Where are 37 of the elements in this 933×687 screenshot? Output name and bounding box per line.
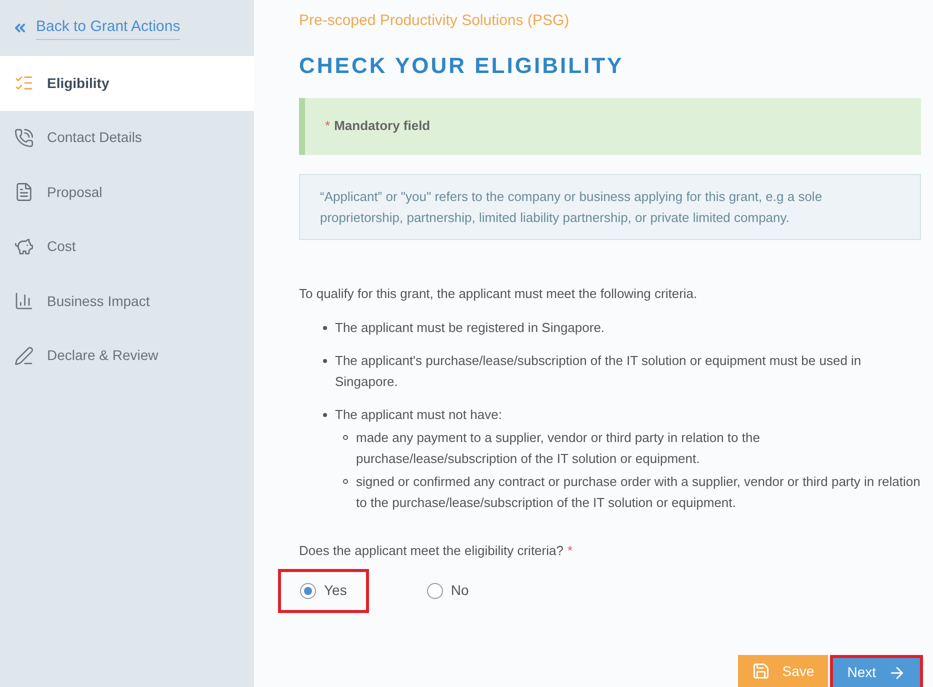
radio-button[interactable]: [426, 582, 443, 598]
bullet-icon: [323, 413, 327, 417]
sidebar-item[interactable]: Eligibility: [0, 56, 254, 110]
piggy-bank-icon: [14, 236, 34, 257]
sidebar-item[interactable]: Proposal: [0, 165, 254, 220]
criterion-text: The applicant must not have:: [335, 406, 503, 424]
info-text: “Applicant” or "you" refers to the company or business applying for this grant, e.g a sole proprietorship, partnership, limited liability partnership, or private limited company.: [320, 188, 822, 224]
criterion-text: made any payment to a supplier, vendor or third party in relation to the purchase/lease/subscription of the IT solution or equipment.: [356, 429, 761, 468]
pen-icon: [14, 346, 34, 366]
criterion-text: signed or confirmed any contract or purchase order with a supplier, vendor or third party in relation to the purchase/lease/subscription of the IT solution or equipment.: [356, 473, 921, 512]
criterion-text: The applicant's purchase/lease/subscription of the IT solution or equipment must be used in Singapore.: [335, 352, 862, 391]
question-text: Does the applicant meet the eligibility criteria?: [299, 542, 564, 560]
criterion-text: The applicant must be registered in Singapore.: [335, 319, 605, 337]
intro-text: To qualify for this grant, the applicant must meet the following criteria.: [299, 284, 698, 303]
bar-chart-icon: [14, 291, 34, 312]
subtitle: Pre-scoped Productivity Solutions (PSG): [299, 11, 570, 31]
document-icon: [14, 182, 34, 202]
radio-button[interactable]: [300, 582, 316, 598]
radio-label: No: [450, 581, 469, 600]
page-title: CHECK YOUR ELIGIBILITY: [299, 52, 625, 80]
save-button[interactable]: Save: [738, 655, 828, 687]
sub-bullet-icon: [343, 479, 348, 484]
required-mark: *: [325, 117, 330, 136]
save-icon: [752, 662, 770, 680]
required-mark: *: [567, 542, 573, 560]
back-link[interactable]: Back to Grant Actions: [36, 16, 180, 40]
bullet-icon: [323, 326, 327, 330]
mandatory-text: Mandatory field: [334, 117, 430, 136]
bullet-icon: [323, 359, 327, 363]
sidebar-item[interactable]: Contact Details: [0, 110, 254, 165]
sub-bullet-icon: [343, 435, 348, 440]
phone-icon: [14, 128, 34, 148]
sidebar-item[interactable]: Business Impact: [0, 274, 254, 328]
sidebar-item[interactable]: Cost: [0, 220, 254, 274]
sidebar-item[interactable]: Declare & Review: [0, 328, 254, 383]
next-button[interactable]: Next: [830, 655, 923, 687]
radio-label: Yes: [324, 581, 347, 600]
